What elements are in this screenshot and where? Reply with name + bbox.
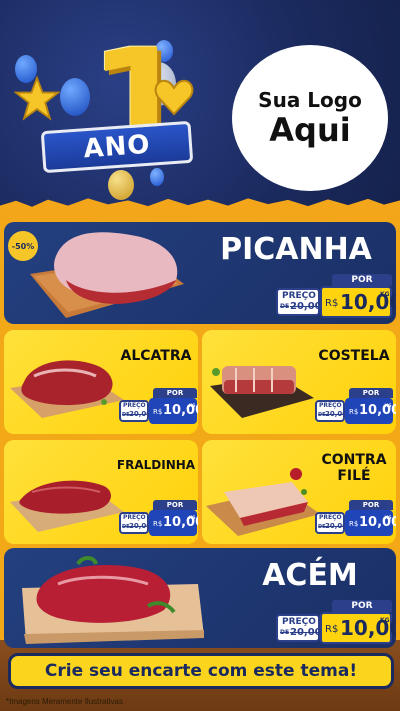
acem-image (22, 556, 204, 644)
old-price-box: PREÇO DE 20,00 (276, 614, 322, 642)
costela-image (210, 366, 314, 418)
product-name: ALCATRA (120, 348, 192, 364)
product-card-acem[interactable]: ACÉM POR PREÇO DE 20,00 R$ 10,00 KG (4, 548, 396, 648)
contra-file-image (206, 468, 320, 536)
logo-placeholder[interactable]: Sua Logo Aqui (232, 45, 388, 191)
cta-banner[interactable]: Crie seu encarte com este tema! (8, 653, 394, 689)
old-price: 20,00 (129, 522, 152, 530)
old-price: 20,00 (325, 410, 348, 418)
product-card-alcatra[interactable]: ALCATRA POR PREÇO DE 20,00 R$ 10,00 KG (4, 330, 198, 434)
price-tag: POR PREÇO DE 20,00 R$ 10,00 KG (276, 600, 396, 646)
preco-label: PREÇO (123, 402, 146, 409)
price-tag: POR PREÇO DE 20,00 R$ 10,00 KG (315, 388, 396, 424)
unit: KG (380, 617, 390, 624)
old-price-prefix: DE (280, 629, 290, 636)
price-tag: POR PREÇO DE 20,00 R$ 10,00 KG (315, 500, 396, 536)
ribbon-text: ANO (82, 129, 152, 165)
disclaimer-text: *Imagens Meramente Ilustrativas (6, 697, 123, 706)
old-price: 20,00 (290, 301, 322, 312)
product-card-fraldinha[interactable]: FRALDINHA POR PREÇO DE 20,00 R$ 10,00 KG (4, 440, 198, 544)
product-name: PICANHA (220, 232, 372, 267)
heart-balloon-icon (154, 79, 194, 116)
old-price-box: PREÇO DE 20,00 (119, 512, 152, 534)
preco-label: PREÇO (282, 291, 316, 301)
por-label: POR (332, 600, 392, 612)
balloon-icon (60, 78, 90, 116)
price-tag: POR PREÇO DE 20,00 R$ 10,00 KG (276, 274, 396, 320)
old-price-box: PREÇO DE 20,00 (315, 400, 348, 422)
current-price-box: R$ 10,00 KG (345, 398, 396, 424)
old-price: 20,00 (325, 522, 348, 530)
currency: R$ (349, 520, 359, 528)
currency: R$ (153, 520, 163, 528)
product-card-costela[interactable]: COSTELA POR PREÇO DE 20,00 R$ 10,00 KG (202, 330, 396, 434)
logo-text-line1: Sua Logo (258, 88, 362, 112)
product-name: ACÉM (262, 558, 358, 593)
product-name-line1: CONTRA (321, 452, 387, 468)
unit: KG (385, 515, 392, 520)
discount-badge: -50% (8, 231, 38, 261)
por-label: POR (153, 388, 197, 398)
logo-text-line2: Aqui (269, 111, 351, 149)
preco-label: PREÇO (282, 617, 316, 627)
preco-label: PREÇO (123, 514, 146, 521)
header-banner: 1 ANO Sua Logo Aqui (0, 0, 400, 210)
old-price: 20,00 (290, 627, 322, 638)
por-label: POR (349, 388, 393, 398)
currency: R$ (153, 408, 163, 416)
picanha-image (30, 232, 184, 318)
fraldinha-image (10, 480, 124, 532)
por-label: POR (332, 274, 392, 286)
current-price-box: R$ 10,00 KG (345, 510, 396, 536)
currency: R$ (325, 298, 339, 309)
product-name-contra-file: CONTRA FILÉ (314, 452, 394, 484)
old-price-box: PREÇO DE 20,00 (119, 400, 152, 422)
old-price-prefix: DE (280, 303, 290, 310)
current-price-box: R$ 10,00 KG (149, 510, 198, 536)
preco-label: PREÇO (319, 514, 342, 521)
unit: KG (189, 403, 196, 408)
unit: KG (385, 403, 392, 408)
product-name-line2: FILÉ (337, 468, 371, 484)
por-label: POR (349, 500, 393, 510)
old-price-box: PREÇO DE 20,00 (276, 288, 322, 316)
current-price-box: R$ 10,00 KG (149, 398, 198, 424)
por-label: POR (153, 500, 197, 510)
unit: KG (189, 515, 196, 520)
current-price-box: R$ 10,00 KG (320, 286, 396, 318)
product-name: COSTELA (318, 348, 390, 364)
currency: R$ (349, 408, 359, 416)
product-card-picanha[interactable]: PICANHA POR PREÇO DE 20,00 R$ 10,00 KG (4, 222, 396, 324)
current-price-box: R$ 10,00 KG (320, 612, 396, 644)
currency: R$ (325, 624, 339, 635)
alcatra-image (10, 360, 124, 418)
price-tag: POR PREÇO DE 20,00 R$ 10,00 KG (119, 500, 198, 536)
old-price-box: PREÇO DE 20,00 (315, 512, 348, 534)
cta-text: Crie seu encarte com este tema! (44, 661, 358, 681)
unit: KG (380, 291, 390, 298)
preco-label: PREÇO (319, 402, 342, 409)
star-balloon-icon (14, 76, 60, 121)
product-card-contra-file[interactable]: CONTRA FILÉ POR PREÇO DE 20,00 R$ 10,00 … (202, 440, 396, 544)
price-tag: POR PREÇO DE 20,00 R$ 10,00 KG (119, 388, 198, 424)
product-name: FRALDINHA (116, 458, 196, 472)
old-price: 20,00 (129, 410, 152, 418)
